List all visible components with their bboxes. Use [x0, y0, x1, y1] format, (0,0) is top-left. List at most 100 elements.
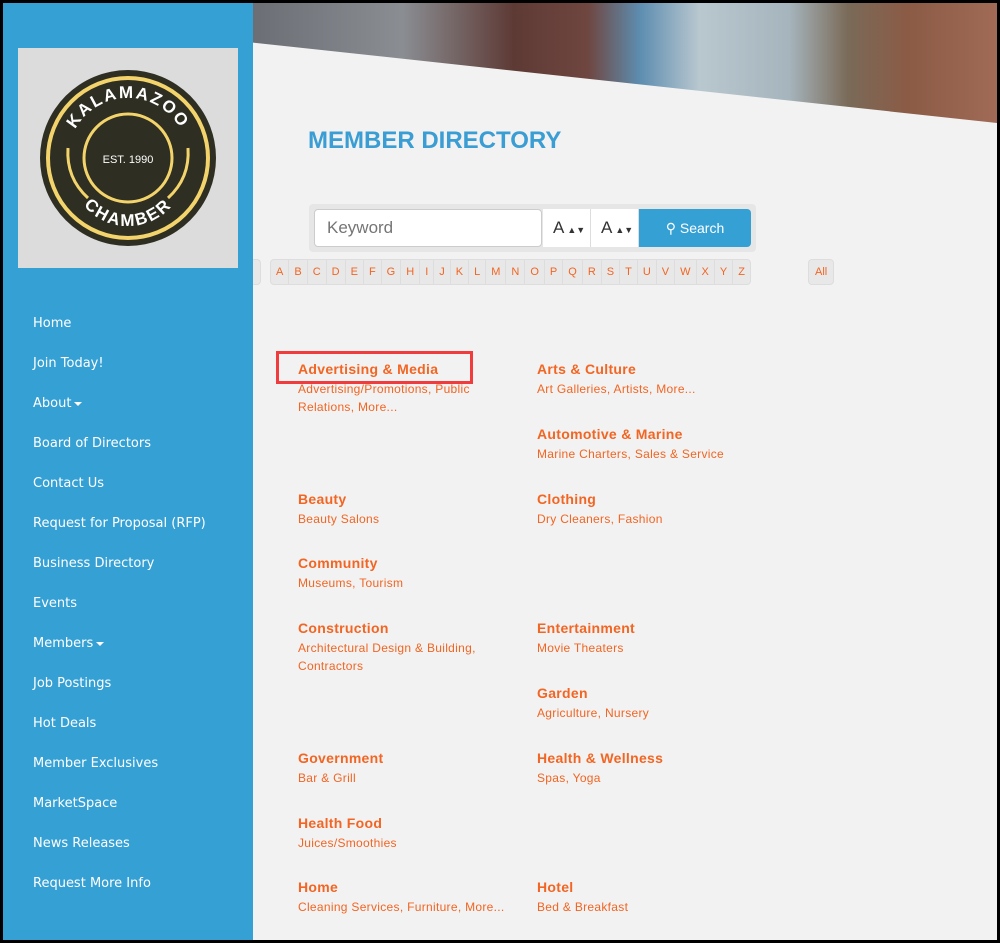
- alpha-letter[interactable]: G: [382, 260, 402, 284]
- category-link[interactable]: Government: [298, 749, 528, 767]
- caret-down-icon: [74, 401, 83, 406]
- subcategory-link[interactable]: Nursery: [605, 706, 649, 720]
- nav-item-label: Join Today!: [33, 356, 104, 371]
- nav-item[interactable]: Board of Directors: [33, 429, 206, 469]
- nav-item[interactable]: Members: [33, 629, 206, 669]
- sort-arrows-icon: ▲▼: [567, 225, 586, 235]
- alpha-letter[interactable]: Q: [563, 260, 583, 284]
- subcategory-link[interactable]: Bar & Grill: [298, 771, 356, 785]
- alpha-letter[interactable]: H: [401, 260, 421, 284]
- subcategory-link[interactable]: Agriculture: [537, 706, 598, 720]
- subcategory-link[interactable]: Yoga: [573, 771, 601, 785]
- nav-item[interactable]: Business Directory: [33, 549, 206, 589]
- category-link[interactable]: Health Food: [298, 814, 528, 832]
- subcategory-link[interactable]: Spas: [537, 771, 566, 785]
- subcategory-list: Agriculture, Nursery: [537, 705, 650, 720]
- alpha-letter[interactable]: Z: [733, 260, 750, 284]
- alpha-all-button[interactable]: All: [808, 259, 835, 285]
- alpha-letter[interactable]: A: [271, 260, 290, 284]
- nav-item-label: Home: [33, 316, 72, 331]
- alpha-letter[interactable]: R: [583, 260, 602, 284]
- alpha-letter[interactable]: K: [451, 260, 470, 284]
- subcategory-link[interactable]: Furniture: [407, 900, 458, 914]
- keyword-input[interactable]: [314, 209, 542, 247]
- nav-item[interactable]: Contact Us: [33, 469, 206, 509]
- category-link[interactable]: Beauty: [298, 490, 528, 508]
- caret-down-icon: [96, 641, 105, 646]
- subcategory-link[interactable]: Artists: [614, 382, 649, 396]
- subcategory-link[interactable]: Juices/Smoothies: [298, 836, 397, 850]
- category-item: Hotel Bed & Breakfast: [537, 878, 767, 917]
- subcategory-link[interactable]: Museums: [298, 576, 352, 590]
- alpha-letter[interactable]: X: [697, 260, 715, 284]
- category-link[interactable]: Automotive & Marine: [537, 425, 767, 443]
- alpha-letter[interactable]: W: [675, 260, 697, 284]
- category-link[interactable]: Arts & Culture: [537, 360, 767, 378]
- logo[interactable]: KALAMAZOO CHAMBER EST. 1990: [18, 48, 238, 268]
- category-link[interactable]: Community: [298, 554, 528, 572]
- subcategory-link[interactable]: Dry Cleaners: [537, 512, 611, 526]
- alpha-letter[interactable]: I: [420, 260, 435, 284]
- category-row: Beauty Beauty Salons Clothing Dry Cleaners,…: [298, 490, 798, 555]
- alpha-letter[interactable]: J: [434, 260, 451, 284]
- subcategory-link[interactable]: Marine Charters: [537, 447, 628, 461]
- location-select[interactable]: A ▲▼: [591, 209, 639, 247]
- subcategory-link[interactable]: Contractors: [298, 659, 363, 673]
- subcategory-link[interactable]: More...: [656, 382, 695, 396]
- subcategory-link[interactable]: More...: [358, 400, 397, 414]
- alpha-letter[interactable]: Y: [715, 260, 734, 284]
- nav-item[interactable]: Join Today!: [33, 349, 206, 389]
- nav-item[interactable]: Job Postings: [33, 669, 206, 709]
- alpha-letter[interactable]: B: [289, 260, 308, 284]
- svg-text:EST. 1990: EST. 1990: [103, 154, 154, 166]
- alpha-letter[interactable]: U: [638, 260, 657, 284]
- category-link[interactable]: Clothing: [537, 490, 767, 508]
- alpha-letter[interactable]: C: [308, 260, 327, 284]
- nav-item[interactable]: Hot Deals: [33, 709, 206, 749]
- alpha-letter[interactable]: V: [657, 260, 676, 284]
- subcategory-link[interactable]: Architectural Design & Building: [298, 641, 472, 655]
- subcategory-list: Dry Cleaners, Fashion: [537, 511, 663, 526]
- subcategory-list: Beauty Salons: [298, 511, 528, 529]
- subcategory-link[interactable]: Beauty Salons: [298, 512, 379, 526]
- subcategory-link[interactable]: Advertising/Promotions: [298, 382, 428, 396]
- nav-item[interactable]: Request More Info: [33, 869, 206, 909]
- category-link[interactable]: Home: [298, 878, 528, 896]
- nav-item[interactable]: MarketSpace: [33, 789, 206, 829]
- category-link[interactable]: Entertainment: [537, 619, 767, 637]
- category-link[interactable]: Garden: [537, 684, 767, 702]
- nav-item[interactable]: Request for Proposal (RFP): [33, 509, 206, 549]
- nav-item[interactable]: About: [33, 389, 206, 429]
- nav-item[interactable]: Home: [33, 309, 206, 349]
- category-select[interactable]: A ▲▼: [543, 209, 591, 247]
- category-link[interactable]: Hotel: [537, 878, 767, 896]
- subcategory-link[interactable]: Sales & Service: [635, 447, 724, 461]
- nav-item[interactable]: News Releases: [33, 829, 206, 869]
- category-row: Government Bar & Grill Health & Wellness Sp…: [298, 749, 798, 814]
- nav-item[interactable]: Member Exclusives: [33, 749, 206, 789]
- category-link[interactable]: Health & Wellness: [537, 749, 767, 767]
- subcategory-link[interactable]: Movie Theaters: [537, 641, 624, 655]
- subcategory-link[interactable]: Fashion: [618, 512, 663, 526]
- alpha-letter[interactable]: O: [525, 260, 545, 284]
- subcategory-list: Movie Theaters: [537, 640, 767, 658]
- subcategory-link[interactable]: Bed & Breakfast: [537, 900, 628, 914]
- nav-item[interactable]: Events: [33, 589, 206, 629]
- subcategory-list: Juices/Smoothies: [298, 835, 528, 853]
- search-button[interactable]: ⚲ Search: [639, 209, 751, 247]
- subcategory-link[interactable]: More...: [465, 900, 504, 914]
- alpha-letter[interactable]: M: [486, 260, 507, 284]
- alpha-letter[interactable]: L: [469, 260, 487, 284]
- location-select-value: A: [601, 218, 613, 237]
- alpha-letter[interactable]: T: [620, 260, 638, 284]
- alpha-letter[interactable]: E: [346, 260, 364, 284]
- subcategory-link[interactable]: Tourism: [359, 576, 403, 590]
- alpha-letter[interactable]: N: [506, 260, 526, 284]
- alpha-letter[interactable]: S: [602, 260, 621, 284]
- category-link[interactable]: Construction: [298, 619, 528, 637]
- subcategory-link[interactable]: Cleaning Services: [298, 900, 400, 914]
- alpha-letter[interactable]: D: [327, 260, 346, 284]
- subcategory-link[interactable]: Art Galleries: [537, 382, 607, 396]
- alpha-letter[interactable]: F: [364, 260, 382, 284]
- alpha-letter[interactable]: P: [545, 260, 564, 284]
